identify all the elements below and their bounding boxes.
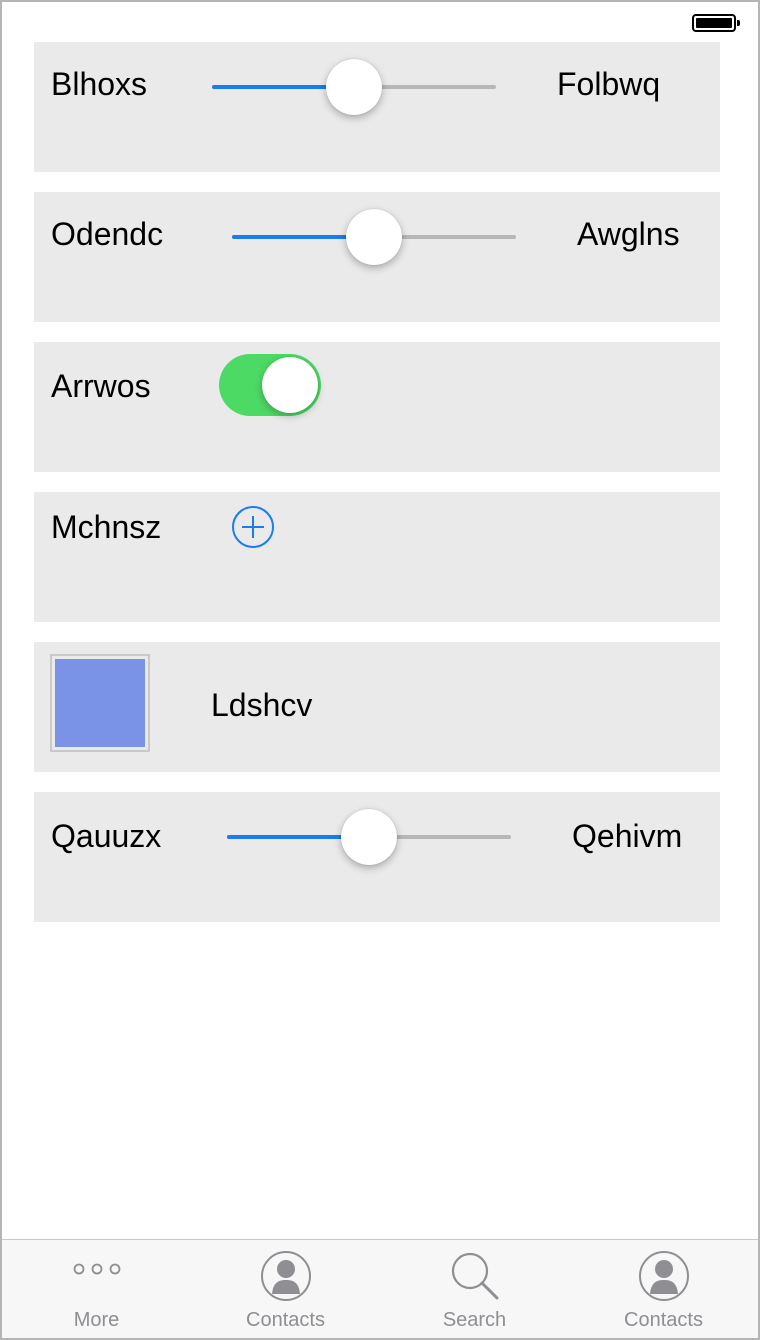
search-icon [449,1250,501,1307]
tab-contacts-2[interactable]: Contacts [569,1240,758,1338]
slider-min-label: Qauuzx [51,818,162,854]
slider-odendc[interactable] [232,207,516,267]
swatch-label: Ldshcv [211,687,313,723]
tab-bar: More Contacts Search Contacts [2,1239,758,1338]
slider-thumb[interactable] [346,209,402,265]
slider-blhoxs[interactable] [212,57,496,117]
plus-circle-icon[interactable] [231,505,275,549]
battery-icon [692,14,740,32]
tab-more[interactable]: More [2,1240,191,1338]
toggle-switch[interactable] [219,354,321,416]
slider-max-label: Folbwq [557,66,661,102]
tab-contacts[interactable]: Contacts [191,1240,380,1338]
add-row-label: Mchnsz [51,509,162,545]
color-swatch[interactable] [50,654,150,752]
contact-person-icon [638,1250,690,1307]
slider-thumb[interactable] [326,59,382,115]
toggle-label: Arrwos [51,368,151,404]
slider-row-qauuzx: Qauuzx Qehivm [34,792,720,922]
tab-label: Contacts [624,1309,703,1331]
add-row-mchnsz: Mchnsz [34,492,720,622]
toggle-row-arrwos: Arrwos [34,342,720,472]
swatch-row-ldshcv: Ldshcv [34,642,720,772]
slider-qauuzx[interactable] [227,807,511,867]
slider-row-blhoxs: Blhoxs Folbwq [34,42,720,172]
app-screen: Blhoxs Folbwq Odendc Awglns Arrwos Mchns… [0,0,760,1340]
slider-min-label: Odendc [51,216,164,252]
more-dots-icon [72,1262,122,1281]
tab-label: Search [442,1309,507,1331]
slider-thumb[interactable] [341,809,397,865]
slider-row-odendc: Odendc Awglns [34,192,720,322]
contact-person-icon [260,1250,312,1307]
tab-label: Contacts [246,1309,325,1331]
tab-label: More [73,1309,120,1331]
toggle-knob [262,357,318,413]
slider-min-label: Blhoxs [51,66,148,102]
slider-max-label: Awglns [577,216,680,252]
tab-search[interactable]: Search [380,1240,569,1338]
swatch-color-fill [55,659,145,747]
slider-max-label: Qehivm [572,818,683,854]
